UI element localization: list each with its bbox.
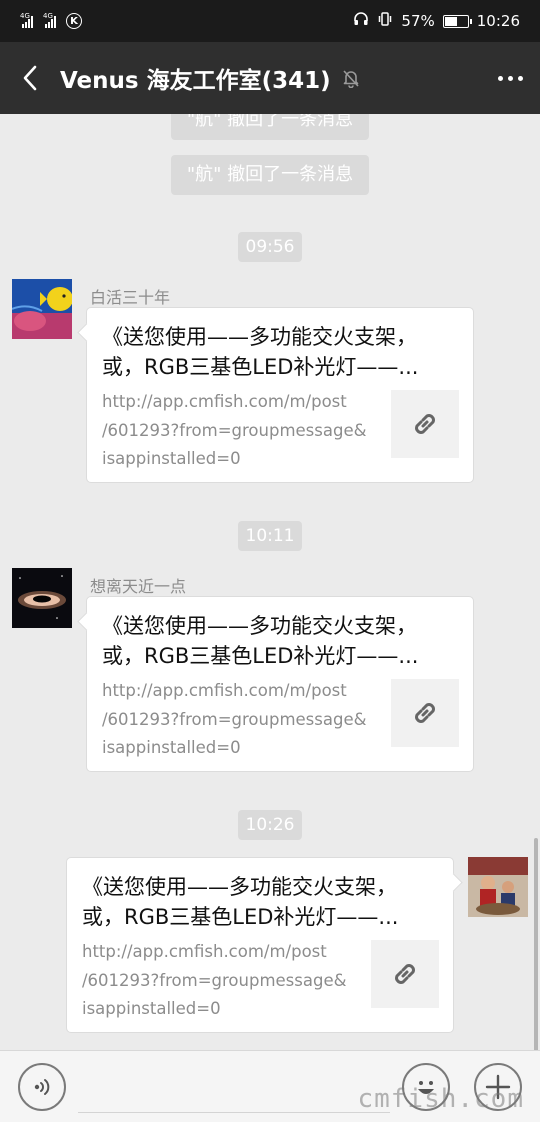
input-bar: cmfish.com bbox=[0, 1050, 540, 1122]
link-card-title-line-2: 或，RGB三基色LED补光灯——... bbox=[102, 644, 419, 668]
time-chip: 10:11 bbox=[238, 521, 302, 551]
link-card-url-line-1: http://app.cmfish.com/m/post bbox=[102, 392, 347, 411]
status-left: 4G 4G K bbox=[20, 12, 82, 29]
chat-scrollbar[interactable] bbox=[534, 838, 538, 1050]
link-card-url-line-2: /601293?from=groupmessage& bbox=[102, 709, 367, 729]
link-card[interactable]: 《送您使用——多功能交火支架， 或，RGB三基色LED补光灯——... http… bbox=[86, 596, 474, 772]
link-card[interactable]: 《送您使用——多功能交火支架， 或，RGB三基色LED补光灯——... http… bbox=[86, 307, 474, 483]
time-chip: 09:56 bbox=[238, 232, 302, 262]
sender-name: 想离天近一点 bbox=[90, 577, 187, 596]
chat-area[interactable]: "航" 撤回了一条消息 "航" 撤回了一条消息 09:56 白活三十年 《送您使… bbox=[0, 114, 540, 1050]
carrier-badge: K bbox=[66, 13, 82, 29]
status-right: 57% 10:26 bbox=[353, 11, 520, 31]
mute-bell-icon bbox=[341, 68, 361, 88]
link-card-url-line-3: isappinstalled=0 bbox=[102, 738, 241, 757]
battery-icon bbox=[442, 14, 472, 28]
link-card-url: http://app.cmfish.com/m/post /601293?fro… bbox=[102, 677, 372, 763]
battery-fill bbox=[444, 16, 457, 26]
link-icon bbox=[391, 390, 459, 458]
system-note-recall-1: "航" 撤回了一条消息 bbox=[171, 114, 369, 140]
link-card[interactable]: 《送您使用——多功能交火支架， 或，RGB三基色LED补光灯——... http… bbox=[66, 857, 454, 1033]
message-input[interactable] bbox=[78, 1061, 390, 1113]
link-card-title-line-1: 《送您使用——多功能交火支架， bbox=[102, 325, 417, 349]
link-card-title-line-1: 《送您使用——多功能交火支架， bbox=[82, 875, 397, 899]
link-card-url: http://app.cmfish.com/m/post /601293?fro… bbox=[102, 388, 372, 474]
system-note-recall-2: "航" 撤回了一条消息 bbox=[171, 155, 369, 195]
watermark: cmfish.com bbox=[357, 1084, 524, 1114]
link-card-title: 《送您使用——多功能交火支架， 或，RGB三基色LED补光灯——... bbox=[102, 322, 462, 382]
avatar-sender-2[interactable] bbox=[12, 568, 72, 628]
more-icon[interactable] bbox=[480, 42, 540, 114]
sender-name: 白活三十年 bbox=[90, 288, 171, 307]
link-card-url-line-1: http://app.cmfish.com/m/post bbox=[82, 942, 327, 961]
avatar-sender-1[interactable] bbox=[12, 279, 72, 339]
status-bar: 4G 4G K 57% 10:26 bbox=[0, 0, 540, 42]
time-chip: 10:26 bbox=[238, 810, 302, 840]
link-card-url-line-2: /601293?from=groupmessage& bbox=[82, 970, 347, 990]
link-card-title-line-1: 《送您使用——多功能交火支架， bbox=[102, 614, 417, 638]
link-card-url-line-2: /601293?from=groupmessage& bbox=[102, 420, 367, 440]
link-card-url-line-3: isappinstalled=0 bbox=[82, 999, 221, 1018]
link-card-url-line-1: http://app.cmfish.com/m/post bbox=[102, 681, 347, 700]
link-card-title-line-2: 或，RGB三基色LED补光灯——... bbox=[82, 905, 399, 929]
voice-icon[interactable] bbox=[18, 1063, 66, 1111]
signal-icon-2: 4G bbox=[43, 12, 56, 28]
signal-label-2: 4G bbox=[43, 12, 53, 20]
clock: 10:26 bbox=[476, 12, 520, 30]
link-icon bbox=[391, 679, 459, 747]
chat-title: Venus 海友工作室(341) bbox=[60, 68, 331, 94]
link-card-title: 《送您使用——多功能交火支架， 或，RGB三基色LED补光灯——... bbox=[102, 611, 462, 671]
link-card-url: http://app.cmfish.com/m/post /601293?fro… bbox=[82, 938, 352, 1024]
link-card-title: 《送您使用——多功能交火支架， 或，RGB三基色LED补光灯——... bbox=[82, 872, 442, 932]
back-icon[interactable] bbox=[0, 42, 60, 114]
link-card-title-line-2: 或，RGB三基色LED补光灯——... bbox=[102, 355, 419, 379]
battery-percent: 57% bbox=[401, 12, 435, 30]
vibrate-icon bbox=[377, 11, 393, 31]
avatar-self[interactable] bbox=[468, 857, 528, 917]
link-icon bbox=[371, 940, 439, 1008]
headset-icon bbox=[353, 11, 369, 31]
link-card-url-line-3: isappinstalled=0 bbox=[102, 449, 241, 468]
signal-icon-1: 4G bbox=[20, 12, 33, 28]
signal-label-1: 4G bbox=[20, 12, 30, 20]
chat-header: Venus 海友工作室(341) bbox=[0, 42, 540, 114]
